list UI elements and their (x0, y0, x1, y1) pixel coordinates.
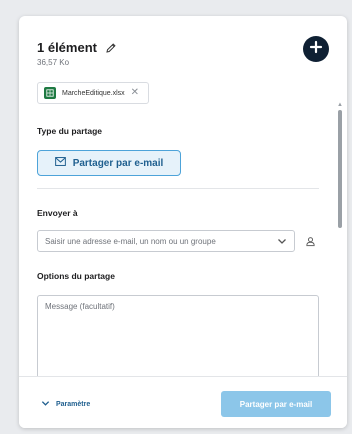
chevron-down-icon[interactable] (277, 236, 287, 246)
message-textarea[interactable] (45, 302, 311, 384)
share-by-email-option[interactable]: Partager par e-mail (37, 150, 181, 176)
share-type-label: Type du partage (37, 126, 103, 136)
share-by-email-label: Partager par e-mail (72, 157, 164, 169)
scrollbar[interactable]: ▲ ▼ (337, 102, 343, 392)
close-icon[interactable]: ✕ (131, 88, 139, 98)
attachment-chip: MarcheEditique.xlsx ✕ (37, 82, 149, 104)
contacts-icon[interactable] (303, 234, 317, 248)
page-title: 1 élément (37, 39, 97, 55)
divider (37, 188, 319, 189)
envelope-icon (54, 157, 66, 169)
total-size: 36,57 Ko (37, 58, 70, 67)
recipient-select[interactable] (37, 230, 295, 252)
recipient-input[interactable] (45, 236, 277, 246)
footer: Paramètre Partager par e-mail (19, 376, 347, 428)
pencil-icon[interactable] (105, 41, 117, 53)
excel-file-icon (44, 87, 56, 99)
add-button[interactable] (303, 36, 329, 62)
plus-icon (309, 40, 323, 59)
chevron-down-icon (41, 399, 50, 410)
attachment-file-name: MarcheEditique.xlsx (62, 89, 125, 97)
scroll-thumb[interactable] (338, 110, 342, 228)
send-to-label: Envoyer à (37, 208, 78, 218)
share-submit-button[interactable]: Partager par e-mail (221, 391, 331, 417)
parameters-label: Paramètre (56, 401, 91, 408)
share-panel: 1 élément 36,57 Ko ▲ ▼ Ma (19, 16, 347, 428)
scroll-up-icon[interactable]: ▲ (337, 102, 343, 108)
title-row: 1 élément (37, 38, 117, 56)
share-options-label: Options du partage (37, 271, 115, 281)
parameters-toggle[interactable]: Paramètre (41, 399, 90, 410)
